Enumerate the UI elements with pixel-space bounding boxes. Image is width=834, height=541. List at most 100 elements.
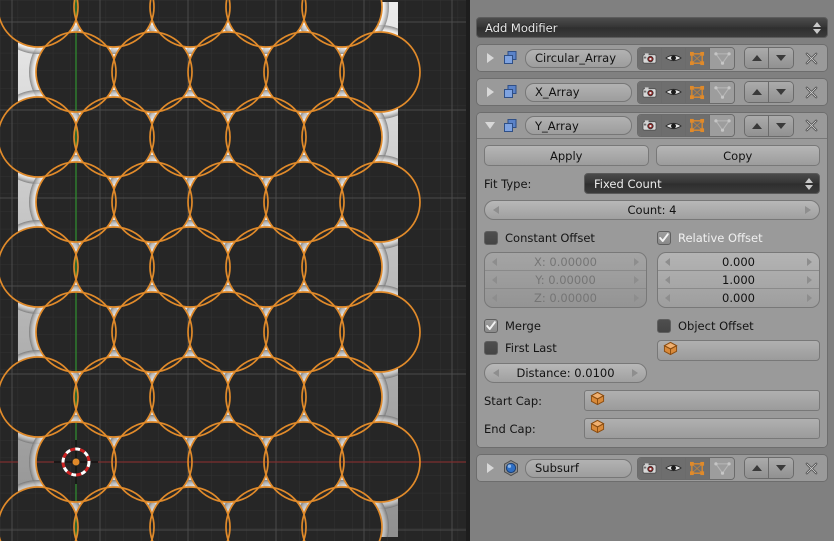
relative-offset-x-field[interactable]: 0.000	[658, 253, 819, 271]
arrow-right-icon[interactable]	[807, 294, 812, 302]
end-cap-field[interactable]	[584, 418, 820, 439]
expand-collapse-arrow-icon[interactable]	[483, 461, 497, 475]
object-offset-field[interactable]	[657, 340, 820, 361]
add-modifier-dropdown[interactable]: Add Modifier	[476, 17, 828, 38]
delete-modifier-button[interactable]	[801, 116, 821, 136]
arrow-left-icon[interactable]	[665, 275, 670, 284]
modifier-header[interactable]: Subsurf	[477, 455, 827, 481]
apply-button[interactable]: Apply	[484, 145, 649, 166]
delete-modifier-button[interactable]	[801, 82, 821, 102]
modifier-header[interactable]: X_Array	[477, 79, 827, 105]
arrow-right-icon[interactable]	[634, 294, 639, 302]
apply-copy-row: Apply Copy	[484, 145, 820, 166]
modifier-name-text: Circular_Array	[535, 51, 617, 65]
constant-offset-y-field[interactable]: Y: 0.00000	[485, 271, 646, 289]
render-camera-icon[interactable]	[638, 457, 662, 479]
object-offset-column: Object Offset	[657, 317, 820, 383]
edit-mode-icon[interactable]	[686, 115, 710, 136]
constant-offset-z-value: Z: 0.00000	[534, 291, 597, 305]
modifier-display-toggles	[637, 456, 735, 480]
cage-wireframe-icon[interactable]	[710, 457, 734, 479]
relative-offset-fields: 0.000 1.000 0.000	[657, 252, 820, 308]
add-modifier-label: Add Modifier	[485, 20, 558, 35]
arrow-left-icon[interactable]	[492, 257, 497, 266]
modifier-name-field[interactable]: Subsurf	[525, 458, 632, 478]
3d-viewport[interactable]	[0, 0, 470, 541]
object-offset-checkbox[interactable]	[657, 319, 671, 333]
expand-collapse-arrow-icon[interactable]	[483, 51, 497, 65]
edit-mode-icon[interactable]	[686, 81, 710, 103]
first-last-toggle-row[interactable]: First Last	[484, 339, 647, 357]
arrow-right-icon[interactable]	[634, 257, 639, 266]
count-slider[interactable]: Count: 4	[484, 200, 820, 220]
expand-collapse-arrow-icon[interactable]	[483, 119, 497, 133]
arrow-right-icon[interactable]	[807, 275, 812, 284]
arrow-left-icon[interactable]	[492, 294, 497, 302]
properties-panel-modifiers: Add Modifier Circular_Array X_Array Y_Ar…	[470, 0, 834, 541]
constant-offset-fields: X: 0.00000 Y: 0.00000 Z: 0.00000	[484, 252, 647, 308]
delete-modifier-button[interactable]	[801, 458, 821, 478]
constant-offset-checkbox[interactable]	[484, 231, 498, 245]
arrow-left-icon[interactable]	[493, 369, 499, 377]
modifier-name-field[interactable]: X_Array	[525, 82, 632, 102]
viewport-eye-icon[interactable]	[662, 115, 686, 136]
chevron-updown-icon	[805, 177, 813, 190]
arrow-right-icon[interactable]	[807, 257, 812, 266]
move-down-button[interactable]	[769, 82, 793, 102]
relative-offset-y-field[interactable]: 1.000	[658, 271, 819, 289]
modifier-reorder-buttons	[744, 81, 794, 103]
render-camera-icon[interactable]	[638, 47, 662, 69]
arrow-left-icon[interactable]	[665, 294, 670, 302]
cage-wireframe-icon[interactable]	[710, 81, 734, 103]
arrow-left-icon[interactable]	[665, 257, 670, 266]
move-up-button[interactable]	[745, 82, 769, 102]
first-last-checkbox[interactable]	[484, 341, 498, 355]
3d-cursor	[54, 440, 98, 484]
array-modifier-icon	[502, 49, 520, 67]
start-cap-label: Start Cap:	[484, 393, 542, 408]
modifier-header[interactable]: Y_Array	[477, 113, 827, 139]
move-up-button[interactable]	[745, 458, 769, 478]
start-cap-field[interactable]	[584, 390, 820, 411]
edit-mode-icon[interactable]	[686, 47, 710, 69]
merge-distance-slider[interactable]: Distance: 0.0100	[484, 363, 647, 383]
cage-wireframe-icon[interactable]	[710, 47, 734, 69]
move-down-button[interactable]	[769, 48, 793, 68]
modifier-header[interactable]: Circular_Array	[477, 45, 827, 71]
merge-distance-value: Distance: 0.0100	[516, 366, 615, 380]
arrow-left-icon[interactable]	[492, 275, 497, 284]
viewport-eye-icon[interactable]	[662, 47, 686, 69]
modifier-name-field[interactable]: Circular_Array	[525, 48, 632, 68]
viewport-eye-icon[interactable]	[662, 457, 686, 479]
arrow-right-icon[interactable]	[805, 206, 811, 214]
merge-toggle-row[interactable]: Merge	[484, 317, 647, 335]
move-up-button[interactable]	[745, 115, 769, 136]
merge-checkbox[interactable]	[484, 319, 498, 333]
viewport-eye-icon[interactable]	[662, 81, 686, 103]
constant-offset-x-field[interactable]: X: 0.00000	[485, 253, 646, 271]
render-camera-icon[interactable]	[638, 115, 662, 136]
constant-offset-z-field[interactable]: Z: 0.00000	[485, 289, 646, 307]
render-camera-icon[interactable]	[638, 81, 662, 103]
edit-mode-icon[interactable]	[686, 457, 710, 479]
constant-offset-toggle-row[interactable]: Constant Offset	[484, 229, 647, 247]
move-down-button[interactable]	[769, 115, 793, 136]
relative-offset-label: Relative Offset	[678, 231, 763, 245]
arrow-right-icon[interactable]	[634, 275, 639, 284]
fit-type-dropdown[interactable]: Fixed Count	[584, 173, 820, 194]
move-down-button[interactable]	[769, 458, 793, 478]
relative-offset-z-field[interactable]: 0.000	[658, 289, 819, 307]
merge-objectoffset-row: Merge First Last Distance: 0.0100 Object…	[484, 317, 820, 383]
delete-modifier-button[interactable]	[801, 48, 821, 68]
arrow-left-icon[interactable]	[493, 206, 499, 214]
end-cap-row: End Cap:	[484, 418, 820, 439]
arrow-right-icon[interactable]	[632, 369, 638, 377]
cage-wireframe-icon[interactable]	[710, 115, 734, 136]
modifier-name-field[interactable]: Y_Array	[525, 116, 632, 135]
relative-offset-checkbox[interactable]	[657, 231, 671, 245]
expand-collapse-arrow-icon[interactable]	[483, 85, 497, 99]
object-offset-toggle-row[interactable]: Object Offset	[657, 317, 820, 335]
relative-offset-toggle-row[interactable]: Relative Offset	[657, 229, 820, 247]
copy-button[interactable]: Copy	[655, 145, 820, 166]
move-up-button[interactable]	[745, 48, 769, 68]
